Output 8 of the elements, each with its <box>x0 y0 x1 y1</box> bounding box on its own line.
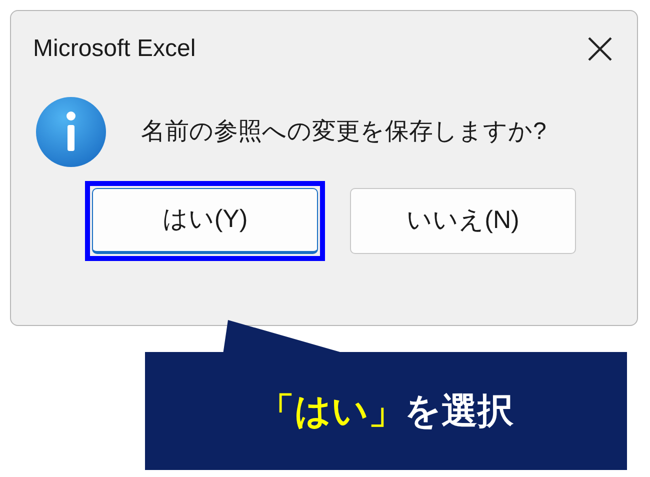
window-title: Microsoft Excel <box>33 34 196 64</box>
dialog-button[interactable]: はい(Y) <box>92 188 318 254</box>
dialog-button[interactable]: いいえ(N) <box>350 188 576 254</box>
callout-text: 「はい」 <box>258 389 404 433</box>
callout-text: を選択 <box>404 389 514 433</box>
message-text: 名前の参照への変更を保存しますか? <box>141 117 546 147</box>
close-icon[interactable] <box>587 36 613 62</box>
info-icon <box>35 96 107 168</box>
